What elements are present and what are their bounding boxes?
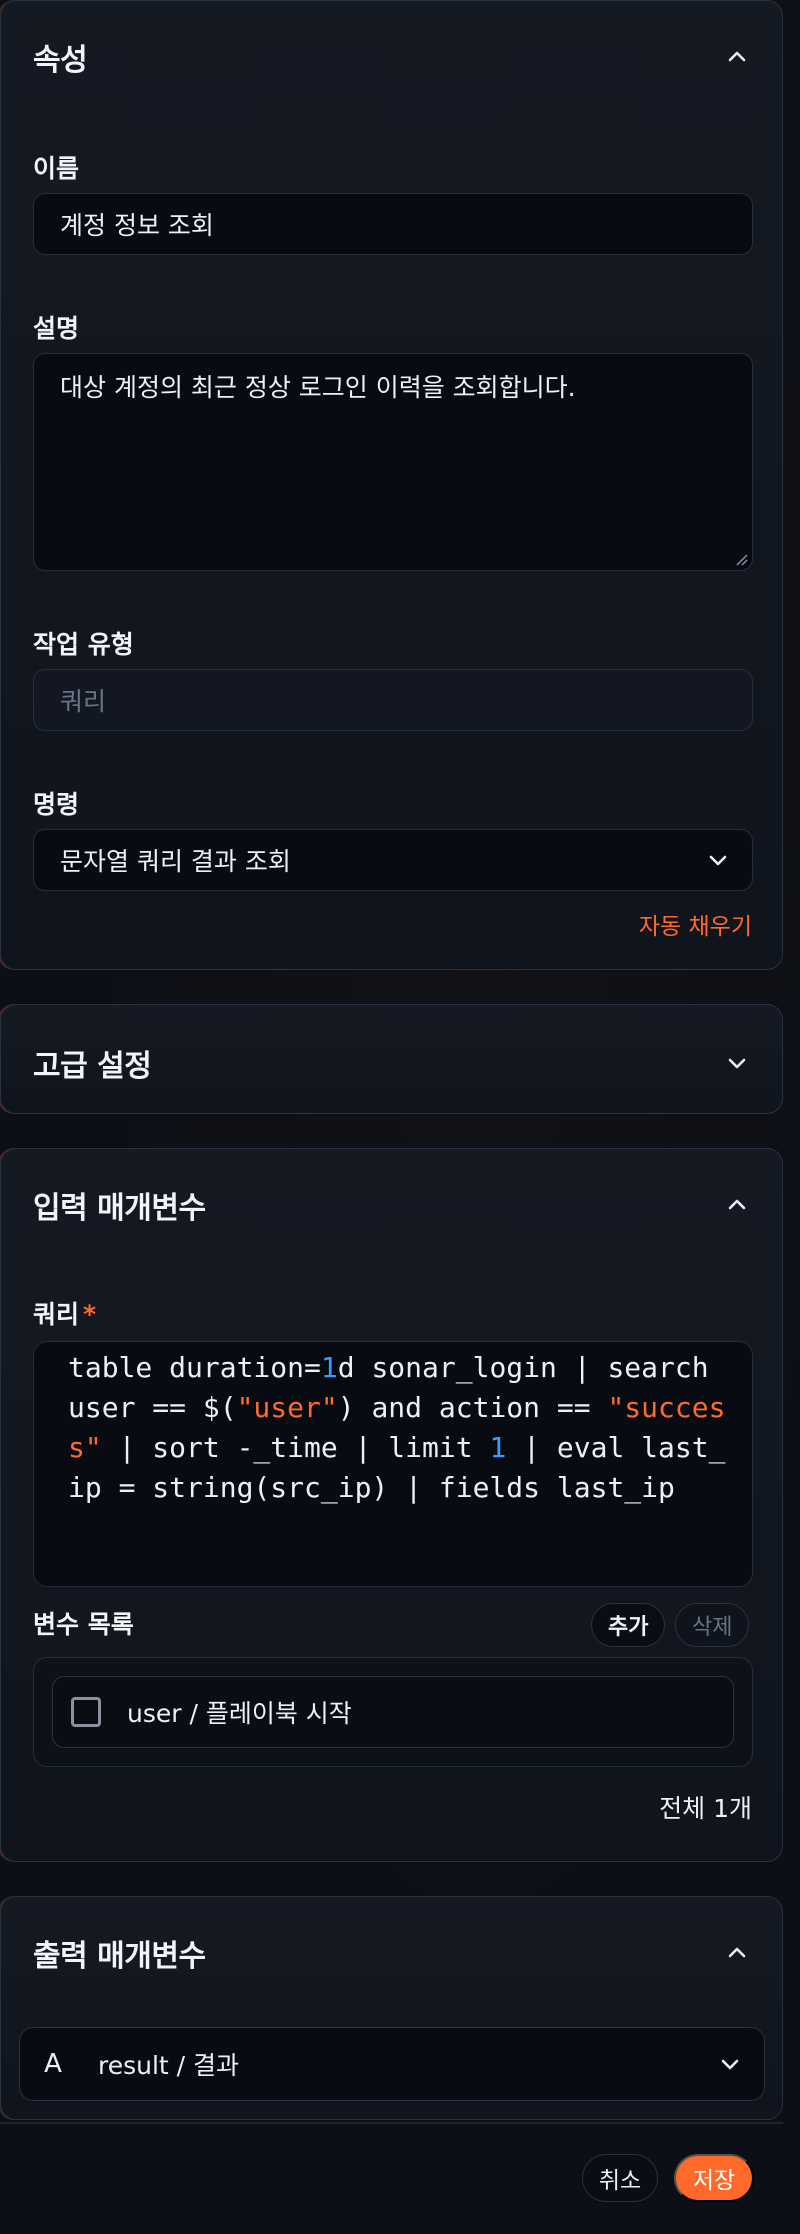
chevron-down-icon[interactable] bbox=[724, 1050, 750, 1076]
variable-list-label: 변수 목록 bbox=[33, 1610, 134, 1639]
chevron-down-icon bbox=[709, 855, 727, 866]
chevron-up-icon[interactable] bbox=[724, 1940, 750, 1966]
query-string-1: "user" bbox=[236, 1391, 338, 1424]
variable-list: user / 플레이북 시작 bbox=[33, 1657, 753, 1767]
name-label: 이름 bbox=[33, 154, 80, 183]
chevron-down-icon[interactable] bbox=[718, 2052, 742, 2076]
description-value: 대상 계정의 최근 정상 로그인 이력을 조회합니다. bbox=[60, 373, 576, 402]
page: 속성 이름 계정 정보 조회 설명 대상 계정의 최근 정상 로그인 이력을 조… bbox=[0, 0, 800, 2234]
variable-label: user / 플레이북 시작 bbox=[127, 1699, 352, 1728]
query-text-3: ) and action == bbox=[337, 1391, 608, 1424]
command-select[interactable]: 문자열 쿼리 결과 조회 bbox=[33, 829, 753, 891]
resize-handle-icon[interactable] bbox=[734, 552, 748, 566]
input-params-panel: 입력 매개변수 쿼리 * table duration=1d sonar_logi… bbox=[0, 1148, 783, 1862]
query-number-2: 1 bbox=[489, 1431, 507, 1464]
query-number-1: 1 bbox=[320, 1351, 338, 1384]
query-text-4: | sort -_time | limit bbox=[101, 1431, 490, 1464]
string-type-icon: A bbox=[44, 2049, 62, 2079]
footer-divider bbox=[0, 2122, 783, 2124]
variable-checkbox[interactable] bbox=[71, 1697, 101, 1727]
input-params-header[interactable]: 입력 매개변수 bbox=[33, 1183, 750, 1227]
name-value: 계정 정보 조회 bbox=[60, 211, 214, 240]
delete-variable-button[interactable]: 삭제 bbox=[675, 1603, 750, 1647]
query-label: 쿼리 * bbox=[33, 1295, 96, 1331]
query-text-1: table duration= bbox=[68, 1351, 321, 1384]
output-param-item[interactable]: A result / 결과 bbox=[19, 2027, 765, 2101]
name-input[interactable]: 계정 정보 조회 bbox=[33, 193, 753, 255]
advanced-title: 고급 설정 bbox=[33, 1049, 152, 1084]
input-params-title: 입력 매개변수 bbox=[33, 1191, 206, 1226]
output-params-panel: 출력 매개변수 A result / 결과 bbox=[0, 1896, 783, 2120]
description-label: 설명 bbox=[33, 314, 80, 343]
autofill-link[interactable]: 자동 채우기 bbox=[639, 907, 752, 941]
advanced-panel: 고급 설정 bbox=[0, 1004, 783, 1114]
command-label: 명령 bbox=[33, 790, 80, 819]
add-variable-button[interactable]: 추가 bbox=[591, 1603, 666, 1647]
properties-title: 속성 bbox=[33, 43, 88, 78]
save-button[interactable]: 저장 bbox=[674, 2154, 754, 2202]
description-textarea[interactable]: 대상 계정의 최근 정상 로그인 이력을 조회합니다. bbox=[33, 353, 753, 571]
cancel-button[interactable]: 취소 bbox=[582, 2154, 658, 2202]
task-type-label: 작업 유형 bbox=[33, 630, 134, 659]
task-type-value: 쿼리 bbox=[60, 687, 107, 716]
chevron-up-icon[interactable] bbox=[724, 44, 750, 70]
query-editor[interactable]: table duration=1d sonar_login | search u… bbox=[33, 1341, 753, 1587]
query-label-text: 쿼리 bbox=[33, 1300, 80, 1329]
output-params-header[interactable]: 출력 매개변수 bbox=[33, 1931, 750, 1975]
properties-panel: 속성 이름 계정 정보 조회 설명 대상 계정의 최근 정상 로그인 이력을 조… bbox=[0, 0, 783, 970]
task-type-field: 쿼리 bbox=[33, 669, 753, 731]
properties-header[interactable]: 속성 bbox=[33, 35, 750, 79]
required-mark: * bbox=[83, 1300, 97, 1329]
variable-total-count: 전체 1개 bbox=[659, 1794, 752, 1823]
advanced-header[interactable]: 고급 설정 bbox=[33, 1041, 750, 1085]
chevron-up-icon[interactable] bbox=[724, 1192, 750, 1218]
list-item[interactable]: user / 플레이북 시작 bbox=[52, 1676, 734, 1748]
output-params-title: 출력 매개변수 bbox=[33, 1939, 206, 1974]
command-value: 문자열 쿼리 결과 조회 bbox=[60, 847, 291, 876]
output-param-label: result / 결과 bbox=[98, 2051, 240, 2080]
